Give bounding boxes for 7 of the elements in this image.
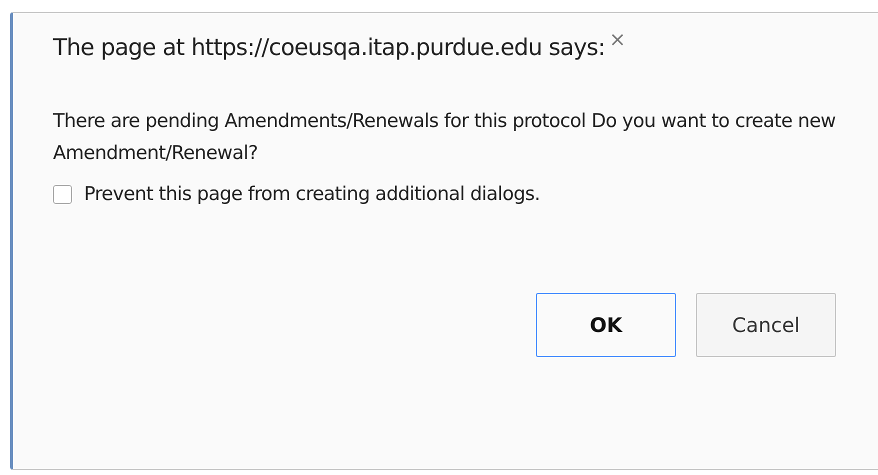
dialog-message: There are pending Amendments/Renewals for this protocol Do you want to create new Amendment/Renewal? (53, 109, 837, 166)
close-button[interactable]: × (609, 27, 626, 51)
cancel-button[interactable]: Cancel (696, 293, 836, 357)
checkbox[interactable] (53, 184, 72, 204)
ok-button[interactable]: OK (536, 293, 676, 357)
checkbox-label: Prevent this page from creating additional dialogs. (84, 183, 540, 205)
dialog-title: The page at https://coeusqa.itap.purdue.edu says: (53, 35, 606, 61)
